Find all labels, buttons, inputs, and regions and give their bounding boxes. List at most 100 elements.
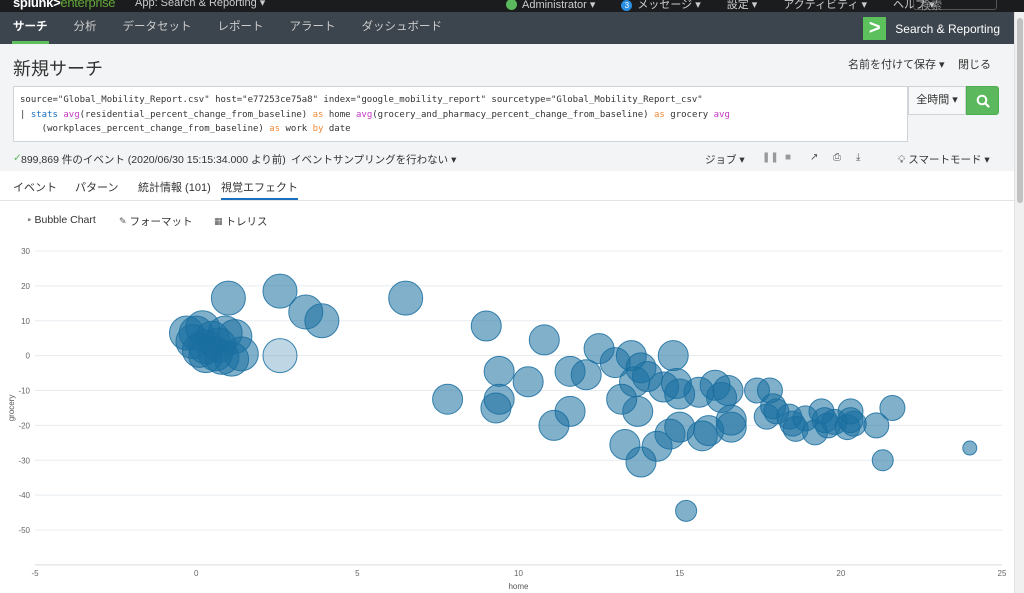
x-tick-label: 5 bbox=[355, 569, 360, 578]
event-count: 899,869 件のイベント (2020/06/30 15:15:34.000 … bbox=[21, 154, 286, 166]
y-tick-label: 20 bbox=[21, 282, 30, 291]
scrollbar-thumb[interactable] bbox=[1017, 18, 1023, 203]
bubble-point bbox=[879, 394, 906, 421]
bubble-chart: 3020100-10-20-30-40-50 -5 0 5 10 15 20 25 home… bbox=[7, 247, 1007, 591]
app-nav: サーチ 分析 データセット レポート アラート ダッシュボード bbox=[0, 12, 455, 44]
x-tick-label: 10 bbox=[514, 569, 523, 578]
tab-patterns[interactable]: パターン bbox=[75, 179, 118, 195]
search-button[interactable] bbox=[966, 86, 999, 115]
bubble-point bbox=[962, 440, 978, 456]
y-tick-label: 30 bbox=[21, 247, 30, 256]
settings-menu[interactable]: 設定 ▾ bbox=[727, 0, 758, 12]
x-tick-label: 0 bbox=[194, 569, 199, 578]
bubble-point bbox=[512, 366, 544, 398]
y-axis-ticks: 30 20 10 0 -10 -20 -30 -40 -50 bbox=[18, 247, 30, 535]
activity-menu[interactable]: アクティビティ ▾ bbox=[783, 0, 867, 12]
nav-reports[interactable]: レポート bbox=[205, 12, 277, 44]
time-range-picker[interactable]: 全時間 ▾ bbox=[908, 86, 966, 115]
export-icon[interactable]: ⤓ bbox=[856, 152, 860, 163]
bubble-point bbox=[871, 449, 894, 472]
x-axis-label: home bbox=[508, 582, 529, 591]
bubble-point bbox=[715, 411, 747, 443]
search-icon bbox=[976, 94, 990, 108]
app-brand-label: Search & Reporting bbox=[895, 21, 1000, 36]
save-as-button[interactable]: 名前を付けて保存 ▾ bbox=[848, 56, 945, 72]
x-tick-label: 20 bbox=[836, 569, 845, 578]
y-tick-label: -10 bbox=[18, 387, 30, 396]
query-line-3: (workplaces_percent_change_from_baseline… bbox=[20, 124, 351, 134]
pause-icon[interactable]: ❚❚ bbox=[762, 152, 779, 163]
app-bar: サーチ 分析 データセット レポート アラート ダッシュボード > Search… bbox=[0, 12, 1014, 44]
messages-menu[interactable]: 3 メッセージ ▾ bbox=[621, 0, 701, 12]
messages-count-badge: 3 bbox=[621, 0, 633, 11]
user-menu[interactable]: Administrator ▾ bbox=[506, 0, 595, 11]
close-button[interactable]: 閉じる bbox=[958, 56, 991, 72]
chart-type-picker[interactable]: ⁍ Bubble Chart bbox=[27, 214, 96, 226]
pencil-icon: ✎ bbox=[119, 216, 127, 226]
x-tick-label: 15 bbox=[675, 569, 684, 578]
query-line-1: source="Global_Mobility_Report.csv" host… bbox=[20, 95, 703, 105]
bubble-point bbox=[480, 392, 512, 424]
y-tick-label: 0 bbox=[26, 352, 31, 361]
y-tick-label: -20 bbox=[18, 421, 30, 430]
app-logo-icon: > bbox=[863, 17, 887, 40]
share-icon[interactable]: ↗ bbox=[810, 152, 818, 163]
x-axis-ticks: -5 0 5 10 15 20 25 bbox=[31, 569, 1007, 578]
bubble-point bbox=[622, 395, 654, 427]
lightbulb-icon: 💡︎ bbox=[898, 154, 906, 166]
bubble-point bbox=[304, 303, 340, 339]
bubble-point bbox=[262, 338, 298, 374]
bubble-chart-icon: ⁍ bbox=[27, 214, 32, 225]
job-status-row: ✓ 899,869 件のイベント (2020/06/30 15:15:34.00… bbox=[0, 150, 1014, 170]
visualization-toolbar: ⁍ Bubble Chart ✎ フォーマット ▦ トレリス bbox=[0, 202, 1014, 232]
bubble-point bbox=[538, 409, 570, 441]
page-title: 新規サーチ bbox=[13, 59, 103, 79]
app-brand[interactable]: > Search & Reporting bbox=[863, 17, 1000, 40]
splunk-logo[interactable]: splunk>enterprise bbox=[13, 0, 116, 10]
bubble-point bbox=[570, 359, 602, 391]
bubble-point bbox=[528, 324, 560, 356]
bubble-point bbox=[204, 339, 240, 375]
bubble-point bbox=[834, 414, 861, 441]
y-axis-label: grocery bbox=[7, 395, 16, 422]
format-button[interactable]: ✎ フォーマット bbox=[119, 214, 193, 229]
bubble-point bbox=[432, 383, 464, 415]
x-tick-label: -5 bbox=[31, 569, 39, 578]
y-tick-label: -30 bbox=[18, 456, 30, 465]
tab-visualization[interactable]: 視覚エフェクト bbox=[221, 179, 298, 200]
job-menu[interactable]: ジョブ ▾ bbox=[705, 152, 745, 167]
nav-search[interactable]: サーチ bbox=[0, 12, 61, 44]
user-status-icon bbox=[506, 0, 517, 11]
search-query-input[interactable]: source="Global_Mobility_Report.csv" host… bbox=[13, 86, 908, 142]
bubble-point bbox=[388, 280, 424, 316]
y-tick-label: -40 bbox=[18, 491, 30, 500]
event-sampling-dropdown[interactable]: イベントサンプリングを行わない ▾ bbox=[291, 152, 456, 167]
tab-statistics[interactable]: 統計情報 (101) bbox=[138, 179, 211, 195]
y-tick-label: 10 bbox=[21, 317, 30, 326]
nav-datasets[interactable]: データセット bbox=[110, 12, 205, 44]
nav-alerts[interactable]: アラート bbox=[277, 12, 349, 44]
search-mode-dropdown[interactable]: 💡︎ スマートモード ▾ bbox=[898, 152, 990, 167]
trellis-button[interactable]: ▦ トレリス bbox=[214, 214, 268, 229]
bubble-point bbox=[753, 403, 780, 430]
x-tick-label: 25 bbox=[998, 569, 1007, 578]
bubble-point bbox=[210, 280, 246, 316]
nav-dashboards[interactable]: ダッシュボード bbox=[349, 12, 456, 44]
bubble-point bbox=[675, 499, 698, 522]
bubble-series bbox=[168, 273, 978, 522]
grid-icon: ▦ bbox=[214, 216, 223, 226]
global-topbar: splunk>enterprise App: Search & Reportin… bbox=[0, 0, 1024, 12]
print-icon[interactable]: ⎙ bbox=[833, 152, 841, 163]
global-search-input[interactable]: 検索 bbox=[913, 0, 997, 12]
stop-icon[interactable]: ■ bbox=[785, 152, 791, 163]
y-tick-label: -50 bbox=[18, 526, 30, 535]
app-menu[interactable]: App: Search & Reporting ▾ bbox=[135, 0, 265, 9]
tab-events[interactable]: イベント bbox=[13, 179, 57, 195]
bubble-point bbox=[657, 340, 689, 372]
results-tabs: イベント パターン 統計情報 (101) 視覚エフェクト bbox=[0, 171, 1014, 201]
page-scrollbar[interactable] bbox=[1014, 12, 1024, 593]
nav-analytics[interactable]: 分析 bbox=[61, 12, 110, 44]
bubble-point bbox=[483, 355, 515, 387]
bubble-point bbox=[470, 310, 502, 342]
query-line-2: | stats avg(residential_percent_change_f… bbox=[20, 109, 730, 120]
